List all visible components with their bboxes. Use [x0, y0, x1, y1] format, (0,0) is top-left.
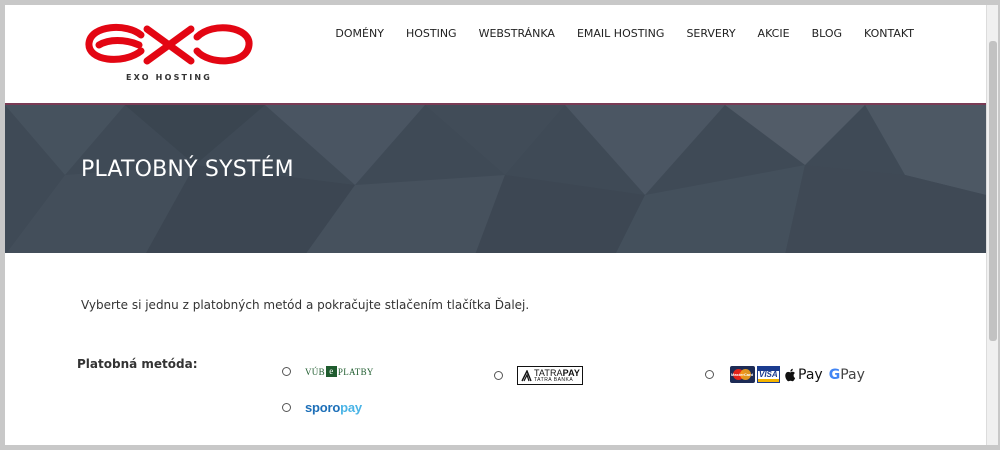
- vub-eplatby-logo: VÚB e PLATBY: [305, 366, 374, 377]
- radio-sporopay[interactable]: [282, 403, 291, 412]
- visa-text: VISA: [759, 370, 778, 379]
- visa-icon: VISA: [757, 366, 780, 383]
- vub-left: VÚB: [305, 366, 325, 377]
- google-pay-logo: G Pay: [829, 367, 865, 383]
- apple-pay-text: Pay: [798, 366, 823, 383]
- sporopay-logo: sporopay: [305, 400, 362, 415]
- nav-item-blog[interactable]: BLOG: [812, 27, 842, 40]
- apple-icon: [785, 368, 796, 381]
- nav-item-kontakt[interactable]: KONTAKT: [864, 27, 914, 40]
- google-g-icon: G: [828, 366, 841, 383]
- browser-window: EXO HOSTING DOMÉNY HOSTING WEBSTRÁNKA EM…: [5, 5, 986, 445]
- page-title: PLATOBNÝ SYSTÉM: [81, 157, 294, 182]
- scrollbar-thumb[interactable]: [989, 41, 997, 341]
- page-banner: PLATOBNÝ SYSTÉM: [5, 103, 986, 253]
- payment-option-vub[interactable]: VÚB e PLATBY: [282, 366, 374, 377]
- nav-item-servery[interactable]: SERVERY: [686, 27, 735, 40]
- payment-option-cards[interactable]: MasterCard VISA Pay G Pay: [705, 366, 865, 383]
- nav-item-akcie[interactable]: AKCIE: [758, 27, 790, 40]
- tatra-banka-text: TATRA BANKA: [534, 377, 574, 383]
- payment-option-tatrapay[interactable]: TATRAPAY TATRA BANKA: [494, 366, 583, 385]
- vub-right: PLATBY: [337, 366, 374, 377]
- nav-item-email-hosting[interactable]: EMAIL HOSTING: [577, 27, 664, 40]
- nav-item-hosting[interactable]: HOSTING: [406, 27, 457, 40]
- logo-text: EXO HOSTING: [125, 73, 213, 82]
- radio-vub[interactable]: [282, 367, 291, 376]
- exo-hosting-logo[interactable]: EXO HOSTING: [83, 21, 255, 83]
- vertical-scrollbar[interactable]: [986, 5, 998, 445]
- payment-method-label: Platobná metóda:: [77, 357, 198, 371]
- vub-e-mark: e: [325, 366, 337, 377]
- mastercard-text: MasterCard: [731, 372, 754, 377]
- mastercard-icon: MasterCard: [730, 366, 755, 383]
- pay-text: pay: [340, 400, 362, 415]
- exo-logo-mark: [85, 23, 253, 65]
- payment-option-sporopay[interactable]: sporopay: [282, 400, 362, 415]
- nav-item-webstranka[interactable]: WEBSTRÁNKA: [479, 27, 555, 40]
- google-pay-text: Pay: [840, 366, 865, 383]
- tatrapay-logo: TATRAPAY TATRA BANKA: [517, 366, 583, 385]
- apple-pay-logo: Pay: [784, 367, 823, 383]
- card-logos: MasterCard VISA Pay G Pay: [730, 366, 865, 383]
- site-header: EXO HOSTING DOMÉNY HOSTING WEBSTRÁNKA EM…: [5, 5, 986, 103]
- tatra-banka-icon: [521, 370, 532, 382]
- nav-item-domeny[interactable]: DOMÉNY: [335, 27, 384, 40]
- radio-cards[interactable]: [705, 370, 714, 379]
- main-nav: DOMÉNY HOSTING WEBSTRÁNKA EMAIL HOSTING …: [335, 27, 914, 40]
- radio-tatrapay[interactable]: [494, 371, 503, 380]
- sporo-text: sporo: [305, 400, 341, 415]
- intro-text: Vyberte si jednu z platobných metód a po…: [81, 298, 530, 312]
